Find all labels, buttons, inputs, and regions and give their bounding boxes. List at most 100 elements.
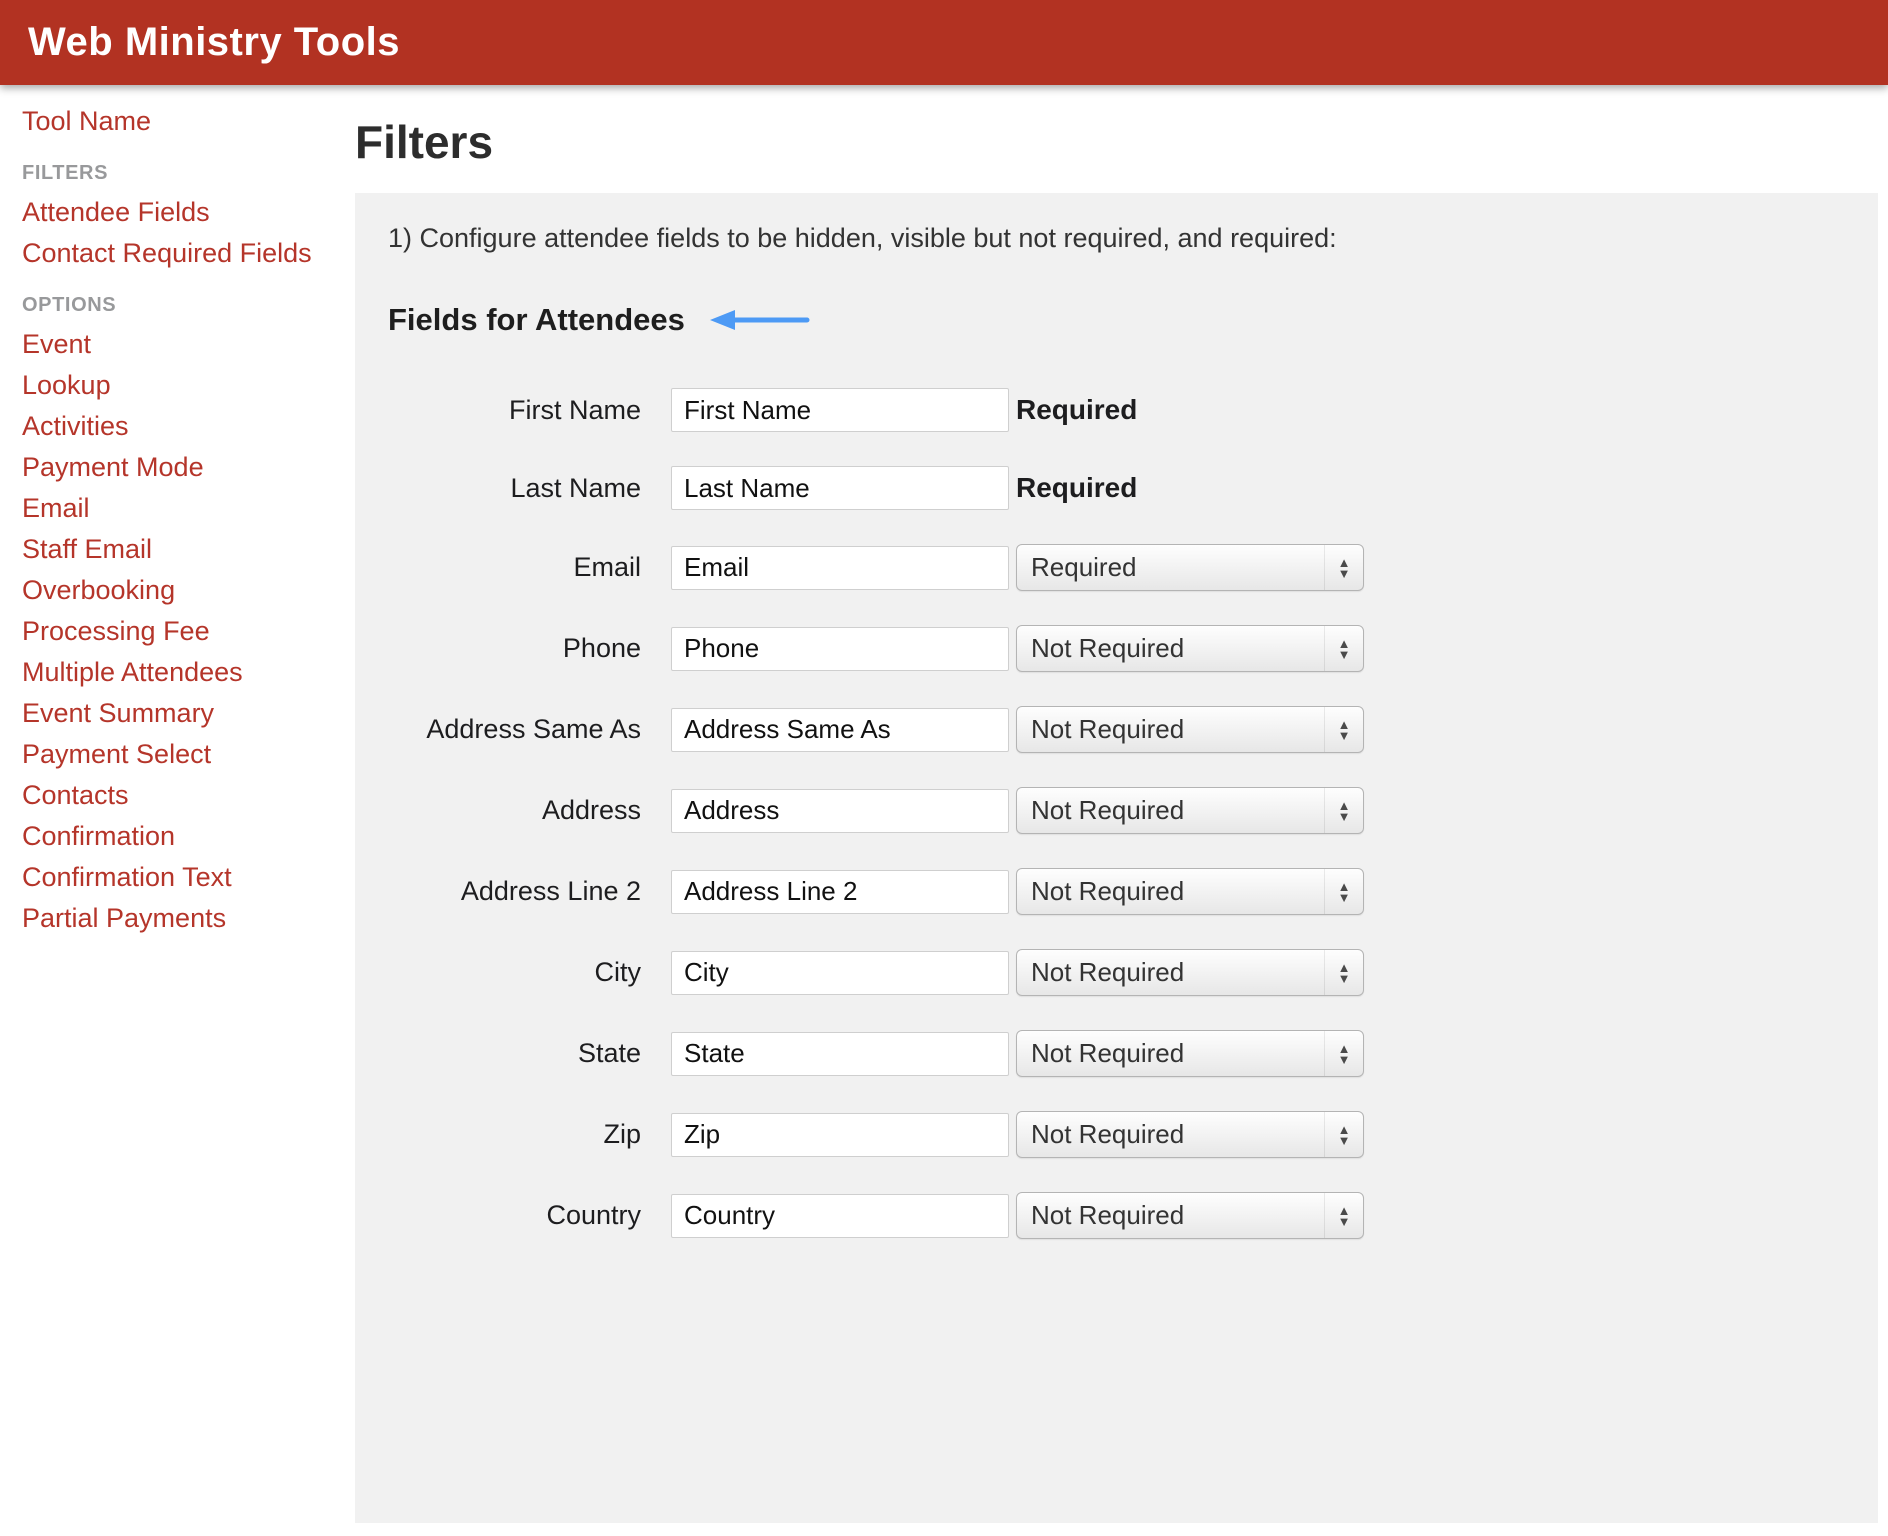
sidebar-item-multiple-attendees[interactable]: Multiple Attendees [22,652,345,693]
attendee-field-row: Email Required▲▼ [388,544,1838,591]
field-status: Not Required▲▼ [1016,1111,1364,1158]
sidebar-item-lookup[interactable]: Lookup [22,365,345,406]
sidebar-item-event[interactable]: Event [22,324,345,365]
field-status: Not Required▲▼ [1016,949,1364,996]
required-select-city[interactable]: Not Required▲▼ [1016,949,1364,996]
sidebar: Tool Name FILTERS Attendee FieldsContact… [0,85,355,1536]
required-select-email[interactable]: Required▲▼ [1016,544,1364,591]
input-address-same-as[interactable] [671,708,1009,752]
field-label: Email [388,552,641,583]
sidebar-heading-options: OPTIONS [22,294,345,317]
sidebar-item-processing-fee[interactable]: Processing Fee [22,611,345,652]
field-label: First Name [388,395,641,426]
sidebar-item-contact-required-fields[interactable]: Contact Required Fields [22,233,345,274]
select-value: Not Required [1031,957,1324,988]
attendee-field-row: City Not Required▲▼ [388,949,1838,996]
sidebar-heading-filters: FILTERS [22,162,345,185]
app-title: Web Ministry Tools [28,20,400,65]
sidebar-item-contacts[interactable]: Contacts [22,775,345,816]
section-heading: Fields for Attendees [388,302,685,338]
required-select-address-line-2[interactable]: Not Required▲▼ [1016,868,1364,915]
input-country[interactable] [671,1194,1009,1238]
required-select-country[interactable]: Not Required▲▼ [1016,1192,1364,1239]
page-title: Filters [355,115,1888,169]
field-label: Address Same As [388,714,641,745]
sidebar-item-confirmation[interactable]: Confirmation [22,816,345,857]
required-select-phone[interactable]: Not Required▲▼ [1016,625,1364,672]
field-label: City [388,957,641,988]
input-zip[interactable] [671,1113,1009,1157]
field-label: State [388,1038,641,1069]
attendee-fields-list: First Name Required Last Name Required E… [388,388,1838,1239]
attendee-field-row: Zip Not Required▲▼ [388,1111,1838,1158]
field-status: Not Required▲▼ [1016,1192,1364,1239]
sidebar-item-event-summary[interactable]: Event Summary [22,693,345,734]
field-status: Not Required▲▼ [1016,868,1364,915]
select-stepper-icon: ▲▼ [1324,1193,1363,1238]
sidebar-item-confirmation-text[interactable]: Confirmation Text [22,857,345,898]
input-first-name[interactable] [671,388,1009,432]
select-stepper-icon: ▲▼ [1324,950,1363,995]
select-stepper-icon: ▲▼ [1324,707,1363,752]
select-stepper-icon: ▲▼ [1324,869,1363,914]
sidebar-section-list: Attendee FieldsContact Required Fields [22,192,345,274]
field-status: Required [1016,472,1137,504]
sidebar-item-email[interactable]: Email [22,488,345,529]
field-label: Last Name [388,473,641,504]
sidebar-item-payment-mode[interactable]: Payment Mode [22,447,345,488]
app-header: Web Ministry Tools [0,0,1888,85]
input-phone[interactable] [671,627,1009,671]
section-heading-row: Fields for Attendees [388,302,1838,338]
select-value: Not Required [1031,1200,1324,1231]
filters-panel: 1) Configure attendee fields to be hidde… [355,193,1878,1523]
sidebar-item-payment-select[interactable]: Payment Select [22,734,345,775]
field-status: Required [1016,394,1137,426]
required-select-address[interactable]: Not Required▲▼ [1016,787,1364,834]
field-label: Country [388,1200,641,1231]
input-city[interactable] [671,951,1009,995]
required-select-state[interactable]: Not Required▲▼ [1016,1030,1364,1077]
attendee-field-row: First Name Required [388,388,1838,432]
attendee-field-row: Phone Not Required▲▼ [388,625,1838,672]
select-stepper-icon: ▲▼ [1324,1112,1363,1157]
left-arrow-icon [707,307,812,333]
sidebar-item-partial-payments[interactable]: Partial Payments [22,898,345,939]
sidebar-item-staff-email[interactable]: Staff Email [22,529,345,570]
attendee-field-row: Address Same As Not Required▲▼ [388,706,1838,753]
sidebar-item-overbooking[interactable]: Overbooking [22,570,345,611]
select-value: Not Required [1031,1119,1324,1150]
sidebar-item-activities[interactable]: Activities [22,406,345,447]
sidebar-item-tool-name[interactable]: Tool Name [22,101,345,142]
required-label: Required [1016,472,1137,504]
select-value: Not Required [1031,633,1324,664]
required-select-zip[interactable]: Not Required▲▼ [1016,1111,1364,1158]
field-label: Zip [388,1119,641,1150]
field-status: Not Required▲▼ [1016,1030,1364,1077]
field-label: Address Line 2 [388,876,641,907]
input-address-line-2[interactable] [671,870,1009,914]
field-status: Not Required▲▼ [1016,625,1364,672]
required-select-address-same-as[interactable]: Not Required▲▼ [1016,706,1364,753]
sidebar-item-attendee-fields[interactable]: Attendee Fields [22,192,345,233]
select-value: Not Required [1031,1038,1324,1069]
sidebar-sections: FILTERS Attendee FieldsContact Required … [22,162,345,939]
attendee-field-row: Address Line 2 Not Required▲▼ [388,868,1838,915]
select-stepper-icon: ▲▼ [1324,545,1363,590]
sidebar-section: FILTERS Attendee FieldsContact Required … [22,162,345,274]
field-label: Address [388,795,641,826]
field-status: Not Required▲▼ [1016,787,1364,834]
input-last-name[interactable] [671,466,1009,510]
required-label: Required [1016,394,1137,426]
attendee-field-row: State Not Required▲▼ [388,1030,1838,1077]
instruction-text: 1) Configure attendee fields to be hidde… [388,223,1838,254]
input-state[interactable] [671,1032,1009,1076]
main-content: Filters 1) Configure attendee fields to … [355,85,1888,1536]
select-stepper-icon: ▲▼ [1324,626,1363,671]
input-address[interactable] [671,789,1009,833]
input-email[interactable] [671,546,1009,590]
select-value: Not Required [1031,876,1324,907]
select-value: Not Required [1031,795,1324,826]
attendee-field-row: Country Not Required▲▼ [388,1192,1838,1239]
field-status: Not Required▲▼ [1016,706,1364,753]
select-stepper-icon: ▲▼ [1324,788,1363,833]
